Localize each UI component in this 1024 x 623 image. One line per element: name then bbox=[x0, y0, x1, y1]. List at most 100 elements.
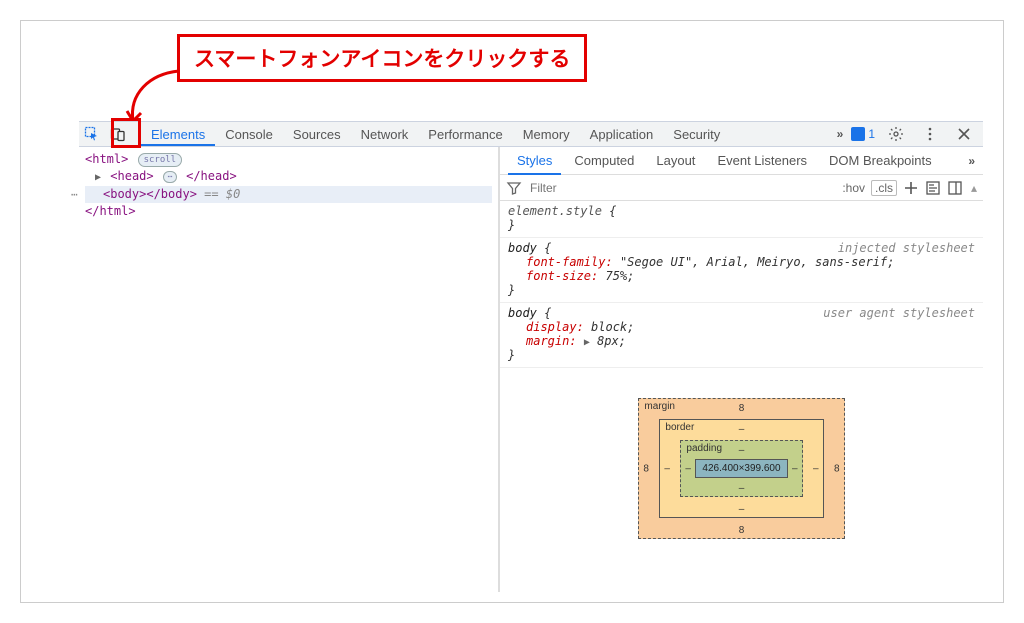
box-border[interactable]: border – – – – padding – – – – bbox=[659, 419, 823, 518]
main-panels: <html> scroll ▶ <head> ⋯ </head> ⋯ <body… bbox=[79, 147, 983, 592]
prop-value: "Segoe UI", Arial, Meiryo, sans-serif; bbox=[620, 255, 895, 269]
brace-open: { bbox=[537, 306, 551, 320]
kebab-menu-icon[interactable] bbox=[917, 121, 943, 147]
dom-head-row[interactable]: ▶ <head> ⋯ </head> bbox=[85, 168, 492, 186]
filter-funnel-icon bbox=[506, 180, 522, 196]
subtabs-overflow-icon[interactable]: » bbox=[968, 154, 983, 168]
margin-right-value: 8 bbox=[834, 463, 840, 474]
new-style-rule-icon[interactable] bbox=[903, 180, 919, 196]
subtab-computed[interactable]: Computed bbox=[565, 147, 643, 175]
rule-body-injected[interactable]: injected stylesheet body { font-family: … bbox=[500, 238, 983, 303]
prop-value: 8px; bbox=[597, 334, 626, 348]
settings-gear-icon[interactable] bbox=[883, 121, 909, 147]
content-dimensions: 426.400×399.600 bbox=[702, 463, 780, 474]
dom-html-open[interactable]: <html> scroll bbox=[85, 151, 492, 168]
selector-text: body bbox=[508, 306, 537, 320]
styles-sidebar: Styles Computed Layout Event Listeners D… bbox=[499, 147, 983, 592]
tabs-overflow-icon[interactable]: » bbox=[837, 127, 844, 141]
padding-right-value: – bbox=[792, 463, 798, 474]
prop-value: 75%; bbox=[605, 269, 634, 283]
tab-security[interactable]: Security bbox=[663, 122, 730, 146]
toggle-cls[interactable]: .cls bbox=[871, 180, 897, 196]
tab-console[interactable]: Console bbox=[215, 122, 283, 146]
prop-name: font-size bbox=[526, 269, 591, 283]
border-left-value: – bbox=[664, 463, 670, 474]
tag-head-close: </head> bbox=[186, 169, 237, 183]
tag-html-close: </html> bbox=[85, 204, 136, 218]
dom-body-row-selected[interactable]: ⋯ <body></body> == $0 bbox=[85, 186, 492, 203]
devtools-toolbar: Elements Console Sources Network Perform… bbox=[79, 121, 983, 147]
prop-margin[interactable]: margin: ▶ 8px; bbox=[508, 334, 975, 348]
subtab-event-listeners[interactable]: Event Listeners bbox=[708, 147, 816, 175]
expand-shorthand-icon[interactable]: ▶ bbox=[584, 337, 590, 348]
prop-display[interactable]: display: block; bbox=[508, 320, 975, 334]
stylesheet-source: injected stylesheet bbox=[838, 241, 975, 255]
styles-subtabs: Styles Computed Layout Event Listeners D… bbox=[500, 147, 983, 175]
margin-bottom-value: 8 bbox=[739, 525, 745, 536]
devtools-window: スマートフォンアイコンをクリックする Elements Console Sour… bbox=[20, 20, 1004, 603]
brace-close: } bbox=[508, 283, 515, 297]
issues-chip-icon bbox=[851, 127, 865, 141]
toolbar-right-cluster: » 1 bbox=[837, 121, 983, 147]
styles-filter-bar: :hov .cls ▴ bbox=[500, 175, 983, 201]
callout-box: スマートフォンアイコンをクリックする bbox=[177, 34, 587, 82]
toggle-hov[interactable]: :hov bbox=[842, 181, 865, 195]
filter-input[interactable] bbox=[528, 180, 836, 196]
prop-value: block; bbox=[591, 320, 634, 334]
rule-element-style[interactable]: element.style { } bbox=[500, 201, 983, 238]
styles-rules-list: element.style { } injected stylesheet bo… bbox=[500, 201, 983, 592]
issues-badge[interactable]: 1 bbox=[851, 127, 875, 141]
box-content[interactable]: 426.400×399.600 bbox=[695, 459, 787, 478]
inspect-element-icon[interactable] bbox=[79, 121, 105, 147]
border-label: border bbox=[665, 422, 694, 433]
tab-elements[interactable]: Elements bbox=[141, 122, 215, 146]
subtab-dom-breakpoints[interactable]: DOM Breakpoints bbox=[820, 147, 941, 175]
margin-top-value: 8 bbox=[739, 403, 745, 414]
brace-close: } bbox=[508, 218, 515, 232]
subtab-layout[interactable]: Layout bbox=[647, 147, 704, 175]
computed-styles-icon[interactable] bbox=[925, 180, 941, 196]
tag-body-close: </body> bbox=[146, 187, 197, 201]
selector-text: body bbox=[508, 241, 537, 255]
border-top-value: – bbox=[739, 424, 745, 435]
padding-bottom-value: – bbox=[739, 483, 745, 494]
rule-body-useragent[interactable]: user agent stylesheet body { display: bl… bbox=[500, 303, 983, 368]
stylesheet-source: user agent stylesheet bbox=[823, 306, 975, 320]
tab-memory[interactable]: Memory bbox=[513, 122, 580, 146]
close-devtools-icon[interactable] bbox=[951, 121, 977, 147]
prop-font-size[interactable]: font-size: 75%; bbox=[508, 269, 975, 283]
padding-left-value: – bbox=[685, 463, 691, 474]
box-margin[interactable]: margin 8 8 8 8 border – – – – padding bbox=[638, 398, 844, 539]
border-bottom-value: – bbox=[739, 504, 745, 515]
device-toggle-icon[interactable] bbox=[105, 121, 131, 147]
dom-tree-panel[interactable]: <html> scroll ▶ <head> ⋯ </head> ⋯ <body… bbox=[79, 147, 499, 592]
tag-head-open: <head> bbox=[110, 169, 153, 183]
issues-count: 1 bbox=[868, 127, 875, 141]
box-model-diagram: margin 8 8 8 8 border – – – – padding bbox=[500, 368, 983, 539]
margin-label: margin bbox=[644, 401, 675, 412]
margin-left-value: 8 bbox=[643, 463, 649, 474]
scroll-badge: scroll bbox=[138, 153, 183, 167]
prop-name: display bbox=[526, 320, 577, 334]
row-actions-ellipsis-icon[interactable]: ⋯ bbox=[71, 186, 78, 203]
dom-html-close[interactable]: </html> bbox=[85, 203, 492, 220]
prop-name: margin bbox=[526, 334, 569, 348]
tab-network[interactable]: Network bbox=[351, 122, 419, 146]
toggle-sidebar-icon[interactable] bbox=[947, 180, 963, 196]
box-padding[interactable]: padding – – – – 426.400×399.600 bbox=[680, 440, 802, 497]
tab-performance[interactable]: Performance bbox=[418, 122, 512, 146]
border-right-value: – bbox=[813, 463, 819, 474]
main-tabs: Elements Console Sources Network Perform… bbox=[141, 122, 730, 146]
padding-top-value: – bbox=[739, 445, 745, 456]
subtab-styles[interactable]: Styles bbox=[508, 147, 561, 175]
brace-open: { bbox=[602, 204, 616, 218]
collapsed-content-icon[interactable]: ⋯ bbox=[163, 171, 177, 183]
prop-name: font-family bbox=[526, 255, 605, 269]
brace-open: { bbox=[537, 241, 551, 255]
expand-triangle-icon[interactable]: ▶ bbox=[95, 172, 101, 183]
scroll-indicator-icon: ▴ bbox=[971, 181, 977, 195]
tab-application[interactable]: Application bbox=[580, 122, 664, 146]
selected-node-indicator: == $0 bbox=[204, 187, 240, 201]
tab-sources[interactable]: Sources bbox=[283, 122, 351, 146]
prop-font-family[interactable]: font-family: "Segoe UI", Arial, Meiryo, … bbox=[508, 255, 975, 269]
